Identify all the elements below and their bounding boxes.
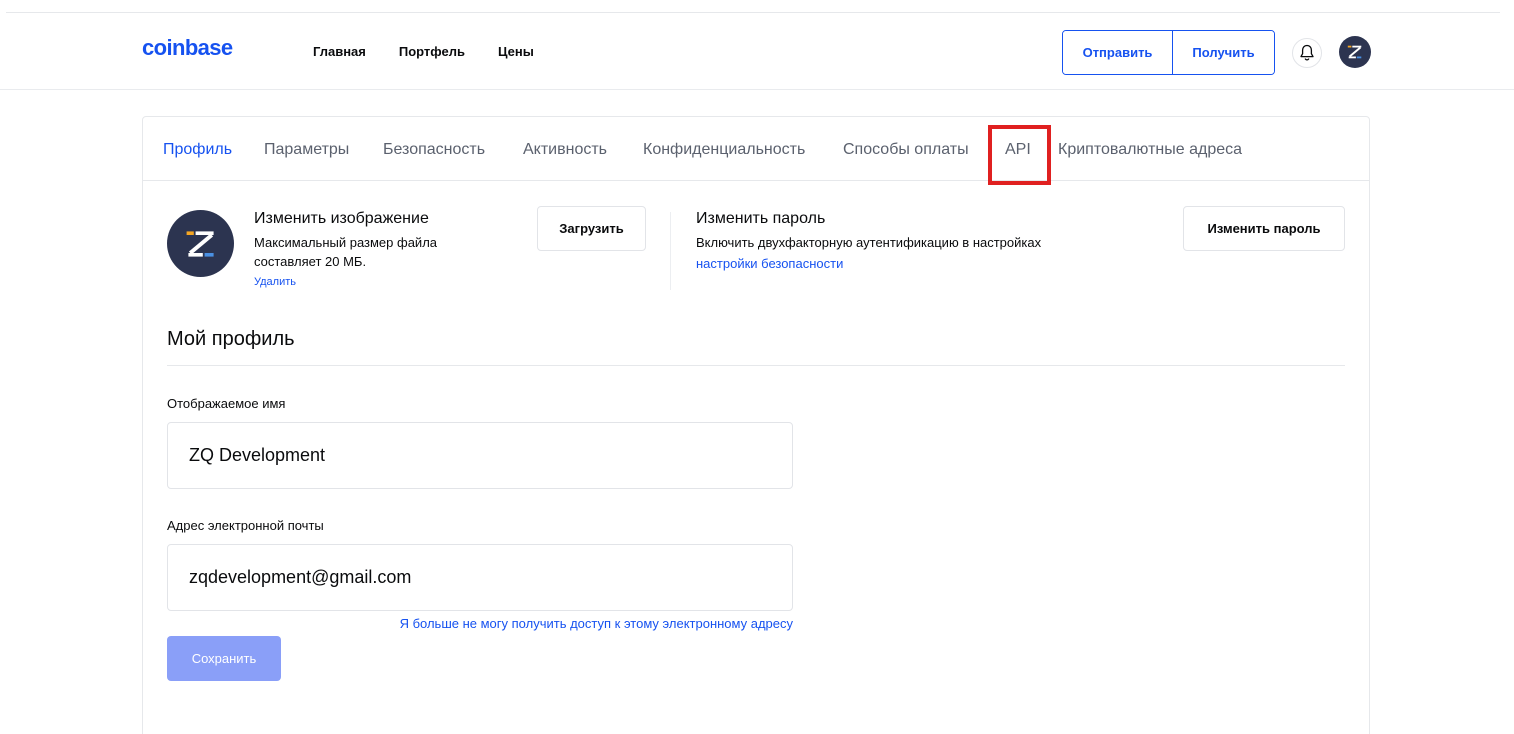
image-size-note: Максимальный размер файла составляет 20 … xyxy=(254,235,438,269)
display-name-input[interactable] xyxy=(167,422,793,489)
profile-divider xyxy=(167,365,1345,366)
tab-privacy[interactable]: Конфиденциальность xyxy=(643,141,805,159)
main-nav: Главная Портфель Цены xyxy=(313,44,567,59)
nav-prices[interactable]: Цены xyxy=(498,44,534,59)
tab-security[interactable]: Безопасность xyxy=(383,141,485,159)
tab-activity[interactable]: Активность xyxy=(523,141,607,159)
two-factor-note: Включить двухфакторную аутентификацию в … xyxy=(696,235,1042,250)
lost-email-access-link[interactable]: Я больше не могу получить доступ к этому… xyxy=(331,616,793,631)
api-tab-highlight xyxy=(988,125,1051,185)
nav-portfolio[interactable]: Портфель xyxy=(399,44,465,59)
tab-payment-methods[interactable]: Способы оплаты xyxy=(843,141,969,159)
nav-home[interactable]: Главная xyxy=(313,44,366,59)
tab-preferences[interactable]: Параметры xyxy=(264,141,349,159)
settings-tabs: Профиль Параметры Безопасность Активност… xyxy=(143,117,1369,185)
email-label: Адрес электронной почты xyxy=(167,518,324,533)
my-profile-title: Мой профиль xyxy=(167,328,295,350)
remove-image-link[interactable]: Удалить xyxy=(254,276,296,288)
section-divider xyxy=(670,212,671,290)
settings-card: Профиль Параметры Безопасность Активност… xyxy=(142,116,1370,734)
coinbase-logo[interactable]: coinbase xyxy=(142,35,233,61)
change-image-title: Изменить изображение xyxy=(254,210,429,227)
upload-button[interactable]: Загрузить xyxy=(537,206,646,251)
tab-profile[interactable]: Профиль xyxy=(163,141,232,159)
user-avatar[interactable] xyxy=(1339,36,1371,68)
tab-crypto-addresses[interactable]: Криптовалютные адреса xyxy=(1058,141,1242,159)
security-settings-link[interactable]: настройки безопасности xyxy=(696,256,843,271)
email-input[interactable] xyxy=(167,544,793,611)
send-button[interactable]: Отправить xyxy=(1063,31,1173,74)
zq-logo-icon xyxy=(186,230,214,257)
bell-icon xyxy=(1300,44,1314,61)
notification-button[interactable] xyxy=(1292,38,1322,68)
receive-button[interactable]: Получить xyxy=(1173,31,1274,74)
profile-avatar xyxy=(167,210,234,277)
save-button[interactable]: Сохранить xyxy=(167,636,281,681)
change-password-button[interactable]: Изменить пароль xyxy=(1183,206,1345,251)
send-receive-group: Отправить Получить xyxy=(1062,30,1275,75)
zq-logo-icon xyxy=(1347,45,1362,59)
change-password-title: Изменить пароль xyxy=(696,210,826,227)
display-name-label: Отображаемое имя xyxy=(167,396,286,411)
top-header: coinbase Главная Портфель Цены Отправить… xyxy=(0,13,1514,90)
